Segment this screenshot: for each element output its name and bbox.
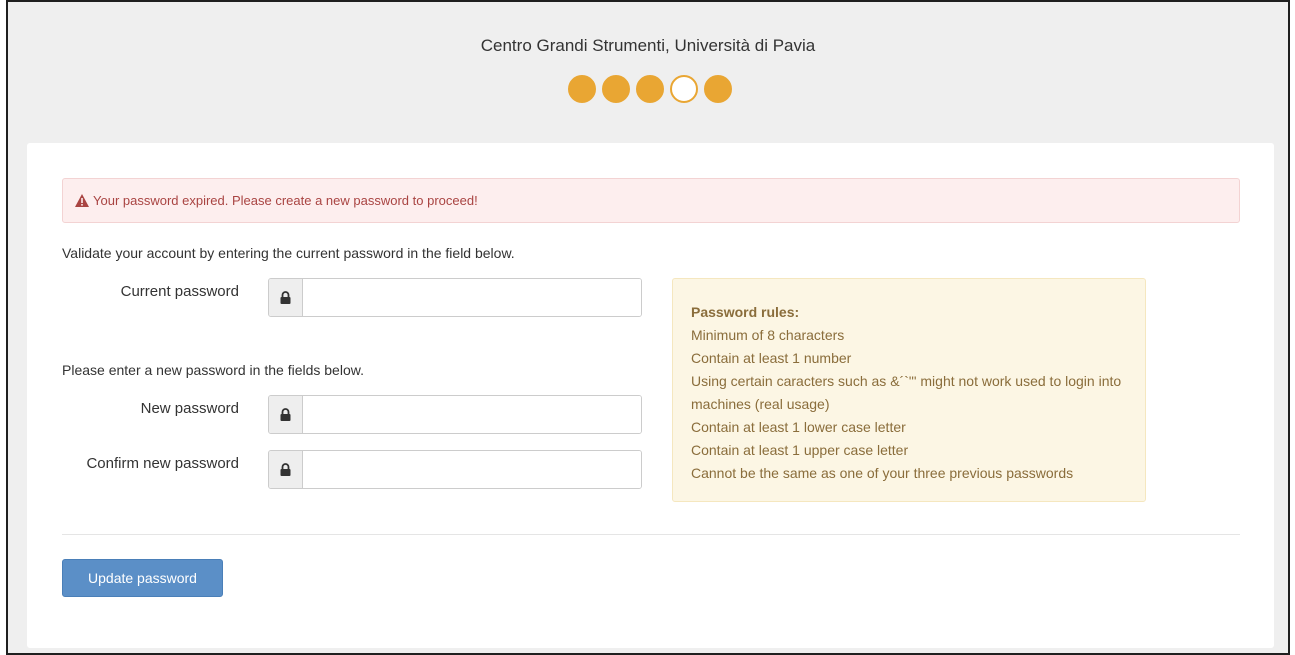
alert-message: Your password expired. Please create a n… [93,193,478,208]
step-indicator [602,75,630,103]
current-password-label: Current password [120,283,239,300]
confirm-password-group [268,450,642,489]
new-password-group [268,395,642,434]
step-indicator [636,75,664,103]
current-password-input[interactable] [303,279,641,316]
step-indicator [568,75,596,103]
warning-icon [75,194,89,207]
current-password-group [268,278,642,317]
current-password-intro: Validate your account by entering the cu… [62,245,515,261]
divider [62,534,1240,535]
confirm-password-input[interactable] [303,451,641,488]
site-title: Centro Grandi Strumenti, Università di P… [480,36,816,55]
step-indicator-current [670,75,698,103]
new-password-intro: Please enter a new password in the field… [62,362,364,378]
progress-steps [568,75,732,103]
rule-item: Contain at least 1 upper case letter [691,442,909,458]
step-indicator [704,75,732,103]
expired-alert: Your password expired. Please create a n… [62,178,1240,223]
rule-item: Contain at least 1 lower case letter [691,419,906,435]
rule-item: Using certain caracters such as &´`"' mi… [691,373,1122,412]
rules-title: Password rules: [691,304,800,320]
new-password-input[interactable] [303,396,641,433]
rule-item: Contain at least 1 number [691,350,852,366]
rule-item: Cannot be the same as one of your three … [691,465,1074,481]
update-password-button[interactable]: Update password [62,559,223,597]
password-panel: Your password expired. Please create a n… [27,143,1274,648]
lock-icon [269,279,303,316]
lock-icon [269,451,303,488]
confirm-password-label: Confirm new password [86,455,239,472]
rule-item: Minimum of 8 characters [691,327,845,343]
page-frame: Centro Grandi Strumenti, Università di P… [6,0,1290,655]
new-password-label: New password [140,400,239,417]
lock-icon [269,396,303,433]
password-rules-box: Password rules: Minimum of 8 characters … [672,278,1146,502]
